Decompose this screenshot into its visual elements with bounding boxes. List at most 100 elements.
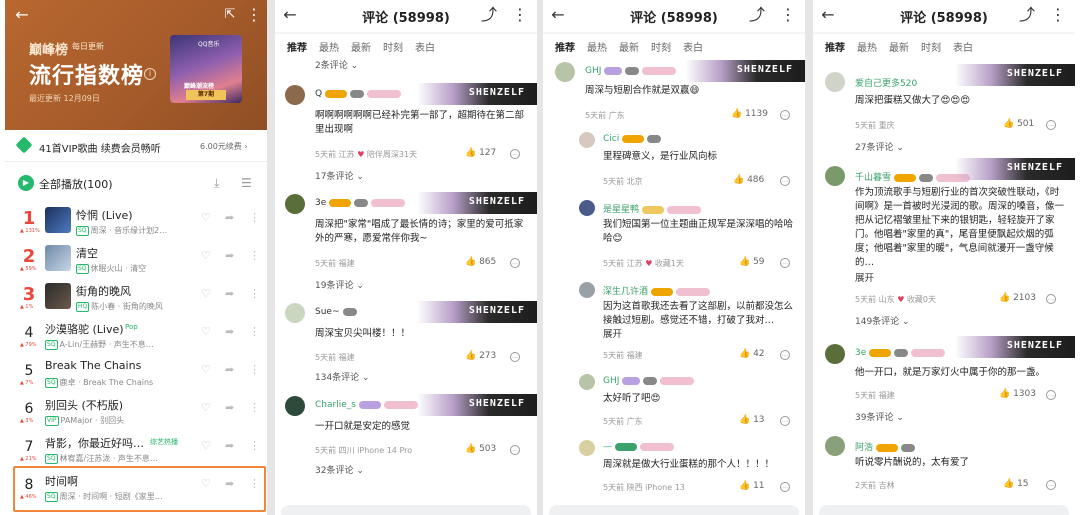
avatar[interactable] bbox=[579, 440, 595, 456]
comment-reply-icon[interactable]: … bbox=[780, 416, 790, 426]
share-icon[interactable]: ⇱ bbox=[221, 6, 239, 24]
play-all-row[interactable]: ▶ 全部播放(100) ⤓ ☰ bbox=[5, 170, 267, 198]
like-button[interactable]: 👍 15 bbox=[1003, 479, 1029, 489]
tab-recommend[interactable]: 推荐 bbox=[825, 39, 845, 54]
more-vertical-icon[interactable]: ⋮ bbox=[249, 325, 260, 338]
tab-confession[interactable]: 表白 bbox=[953, 39, 973, 54]
comment-reply-icon[interactable]: … bbox=[510, 445, 520, 455]
tab-hot[interactable]: 最热 bbox=[587, 39, 607, 54]
share-arrow-icon[interactable]: ➦ bbox=[225, 325, 234, 338]
username[interactable]: 3e bbox=[315, 198, 406, 208]
heart-icon[interactable]: ♡ bbox=[201, 439, 211, 452]
comment-reply-icon[interactable]: … bbox=[510, 149, 520, 159]
comment-input[interactable] bbox=[549, 505, 799, 515]
more-vertical-icon[interactable]: ⋮ bbox=[249, 211, 260, 224]
tab-confession[interactable]: 表白 bbox=[415, 39, 435, 54]
avatar[interactable] bbox=[579, 200, 595, 216]
comment-reply-icon[interactable]: … bbox=[510, 258, 520, 268]
tab-hot[interactable]: 最热 bbox=[857, 39, 877, 54]
like-button[interactable]: 👍 2103 bbox=[999, 293, 1036, 303]
reply-count[interactable]: 2条评论 ⌄ bbox=[315, 58, 358, 71]
more-vertical-icon[interactable]: ⋮ bbox=[249, 401, 260, 414]
like-button[interactable]: 👍 1303 bbox=[999, 389, 1036, 399]
more-vertical-icon[interactable]: ⋮ bbox=[249, 249, 260, 262]
reply-count[interactable]: 32条评论 ⌄ bbox=[315, 463, 364, 476]
username[interactable]: 深生几许酒 bbox=[603, 284, 711, 297]
tab-moment[interactable]: 时刻 bbox=[383, 39, 403, 54]
tab-hot[interactable]: 最热 bbox=[319, 39, 339, 54]
tab-latest[interactable]: 最新 bbox=[889, 39, 909, 54]
avatar[interactable] bbox=[579, 282, 595, 298]
comment-reply-icon[interactable]: … bbox=[780, 482, 790, 492]
heart-icon[interactable]: ♡ bbox=[201, 211, 211, 224]
reply-count[interactable]: 19条评论 ⌄ bbox=[315, 278, 364, 291]
heart-icon[interactable]: ♡ bbox=[201, 363, 211, 376]
back-arrow-icon[interactable]: ← bbox=[13, 6, 31, 24]
vip-banner[interactable]: 41首VIP歌曲 续费会员畅听 6.00元续费 › bbox=[5, 130, 267, 162]
username[interactable]: GHJ bbox=[603, 376, 695, 386]
heart-icon[interactable]: ♡ bbox=[201, 401, 211, 414]
avatar[interactable] bbox=[285, 85, 305, 105]
share-icon[interactable]: ⤴ bbox=[748, 6, 766, 24]
comment-reply-icon[interactable]: … bbox=[1046, 480, 1056, 490]
comment-reply-icon[interactable]: … bbox=[780, 110, 790, 120]
tab-moment[interactable]: 时刻 bbox=[651, 39, 671, 54]
tab-recommend[interactable]: 推荐 bbox=[287, 39, 307, 54]
share-arrow-icon[interactable]: ➦ bbox=[225, 439, 234, 452]
username[interactable]: Charlie_s bbox=[315, 400, 418, 410]
like-button[interactable]: 👍 59 bbox=[739, 257, 765, 267]
avatar[interactable] bbox=[825, 166, 845, 186]
play-all-label[interactable]: 全部播放(100) bbox=[39, 176, 113, 192]
reply-count[interactable]: 149条评论 ⌄ bbox=[855, 314, 910, 327]
avatar[interactable] bbox=[285, 194, 305, 214]
username[interactable]: 阿浩 bbox=[855, 440, 916, 453]
username[interactable]: Cici bbox=[603, 134, 662, 144]
tab-moment[interactable]: 时刻 bbox=[921, 39, 941, 54]
username[interactable]: 爱自己更多520 bbox=[855, 76, 917, 89]
avatar[interactable] bbox=[579, 132, 595, 148]
more-vertical-icon[interactable]: ⋮ bbox=[779, 6, 797, 24]
like-button[interactable]: 👍 127 bbox=[465, 148, 496, 158]
reply-count[interactable]: 39条评论 ⌄ bbox=[855, 410, 904, 423]
username[interactable]: — bbox=[603, 442, 674, 452]
list-select-icon[interactable]: ☰ bbox=[241, 176, 252, 190]
reply-count[interactable]: 27条评论 ⌄ bbox=[855, 140, 904, 153]
tab-confession[interactable]: 表白 bbox=[683, 39, 703, 54]
comment-input[interactable] bbox=[819, 505, 1069, 515]
play-icon[interactable]: ▶ bbox=[18, 175, 34, 191]
reply-count[interactable]: 17条评论 ⌄ bbox=[315, 169, 364, 182]
more-vertical-icon[interactable]: ⋮ bbox=[249, 363, 260, 376]
avatar[interactable] bbox=[825, 344, 845, 364]
share-arrow-icon[interactable]: ➦ bbox=[225, 401, 234, 414]
song-row[interactable]: 2 ▲ 59% 清空 SQ 休眠火山 · 清空 ♡ ➦ ⋮ bbox=[5, 241, 267, 279]
download-icon[interactable]: ⤓ bbox=[214, 176, 219, 191]
song-row[interactable]: 4 ▲ 79% 沙漠骆驼 (Live) Pop SQ A-Lin/王赫野 · 声生… bbox=[5, 317, 267, 355]
username[interactable]: 千山暮雪 bbox=[855, 170, 971, 183]
chart-cover-image[interactable]: QQ音乐 巅峰潮流榜 第7期 bbox=[170, 35, 242, 103]
like-button[interactable]: 👍 1139 bbox=[731, 109, 768, 119]
info-icon[interactable]: i bbox=[144, 68, 156, 80]
share-icon[interactable]: ⤴ bbox=[1018, 6, 1036, 24]
like-button[interactable]: 👍 486 bbox=[733, 175, 764, 185]
heart-icon[interactable]: ♡ bbox=[201, 325, 211, 338]
username[interactable]: 是星星鸭 bbox=[603, 202, 702, 215]
comment-reply-icon[interactable]: … bbox=[780, 258, 790, 268]
like-button[interactable]: 👍 503 bbox=[465, 444, 496, 454]
comment-reply-icon[interactable]: … bbox=[510, 352, 520, 362]
share-icon[interactable]: ⤴ bbox=[480, 6, 498, 24]
heart-icon[interactable]: ♡ bbox=[201, 287, 211, 300]
avatar[interactable] bbox=[285, 396, 305, 416]
username[interactable]: Q bbox=[315, 89, 402, 99]
comment-reply-icon[interactable]: … bbox=[1046, 390, 1056, 400]
like-button[interactable]: 👍 865 bbox=[465, 257, 496, 267]
avatar[interactable] bbox=[555, 62, 575, 82]
more-vertical-icon[interactable]: ⋮ bbox=[511, 6, 529, 24]
username[interactable]: 3e bbox=[855, 348, 946, 358]
comment-reply-icon[interactable]: … bbox=[780, 176, 790, 186]
avatar[interactable] bbox=[825, 72, 845, 92]
like-button[interactable]: 👍 13 bbox=[739, 415, 765, 425]
avatar[interactable] bbox=[285, 303, 305, 323]
heart-icon[interactable]: ♡ bbox=[201, 249, 211, 262]
comment-reply-icon[interactable]: … bbox=[780, 350, 790, 360]
username[interactable]: Sue~ bbox=[315, 307, 357, 317]
